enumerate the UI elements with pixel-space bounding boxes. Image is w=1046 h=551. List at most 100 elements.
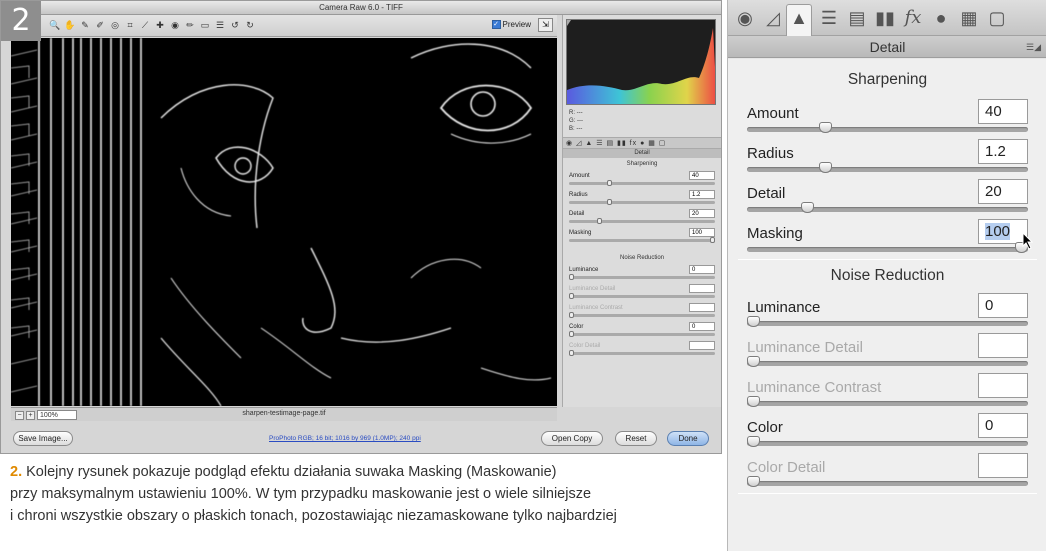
hsl-tab-icon[interactable]: ☰: [816, 5, 842, 31]
save-image-button[interactable]: Save Image...: [13, 431, 73, 446]
zoom-tool-icon[interactable]: 🔍: [49, 19, 61, 31]
mini-slider-value[interactable]: 20: [689, 209, 715, 218]
preview-checkbox[interactable]: ✓ Preview: [491, 20, 531, 29]
tone-curve-tab-icon[interactable]: ◿: [760, 5, 786, 31]
split-toning-tab-icon[interactable]: ▤: [844, 5, 870, 31]
mini-slider-value[interactable]: 0: [689, 265, 715, 274]
slider-value-field[interactable]: 40: [978, 99, 1028, 124]
slider-value-field[interactable]: [978, 373, 1028, 398]
snapshots-tab-icon[interactable]: ▢: [984, 5, 1010, 31]
slider-track[interactable]: [747, 441, 1028, 446]
mini-slider-track[interactable]: [569, 276, 715, 279]
detail-tab-icon[interactable]: ▲: [786, 4, 812, 36]
slider-value-field[interactable]: 1.2: [978, 139, 1028, 164]
hand-tool-icon[interactable]: ✋: [64, 19, 76, 31]
camera-calibration-tab-icon[interactable]: ●: [928, 5, 954, 31]
mini-slider-track[interactable]: [569, 220, 715, 223]
gradient-icon[interactable]: ▭: [199, 19, 211, 31]
mini-slider-value[interactable]: [689, 303, 715, 312]
presets-tab-icon[interactable]: ▦: [956, 5, 982, 31]
white-balance-icon[interactable]: ✎: [79, 19, 91, 31]
mini-slider-value[interactable]: 100: [689, 228, 715, 237]
slider-label: Luminance: [747, 299, 821, 316]
mini-slider-thumb[interactable]: [569, 312, 574, 318]
panel-menu-icon[interactable]: ☰◢: [1026, 36, 1041, 58]
slider-value-field[interactable]: 20: [978, 179, 1028, 204]
effects-tab-icon[interactable]: fx: [900, 5, 926, 31]
mini-slider-value[interactable]: [689, 284, 715, 293]
mini-slider-track[interactable]: [569, 182, 715, 185]
mini-slider-track[interactable]: [569, 352, 715, 355]
figure-caption: 2. Kolejny rysunek pokazuje podgląd efek…: [10, 461, 720, 527]
spot-removal-icon[interactable]: ✚: [154, 19, 166, 31]
workflow-options-link[interactable]: ProPhoto RGB; 16 bit; 1016 by 969 (1.0MP…: [269, 435, 421, 442]
mini-slider-thumb[interactable]: [569, 331, 574, 337]
open-copy-button[interactable]: Open Copy: [541, 431, 603, 446]
red-eye-icon[interactable]: ◉: [169, 19, 181, 31]
brush-icon[interactable]: ✏: [184, 19, 196, 31]
slider-value-text: 1.2: [985, 143, 1006, 160]
tool-group: 🔍 ✋ ✎ ✐ ◎ ⌗ ⟋ ✚ ◉ ✏ ▭ ☰ ↺ ↻: [49, 19, 256, 31]
mini-sharpening-row: Detail 20: [569, 209, 715, 225]
fullscreen-button[interactable]: ⇲: [538, 18, 553, 32]
slider-value-field[interactable]: 0: [978, 413, 1028, 438]
slider-track[interactable]: [747, 127, 1028, 132]
mini-slider-label: Amount: [569, 173, 590, 179]
mini-slider-track[interactable]: [569, 333, 715, 336]
color-sampler-icon[interactable]: ✐: [94, 19, 106, 31]
reset-button[interactable]: Reset: [615, 431, 657, 446]
rotate-left-icon[interactable]: ↺: [229, 19, 241, 31]
slider-track[interactable]: [747, 167, 1028, 172]
mini-slider-thumb[interactable]: [569, 293, 574, 299]
mini-slider-track[interactable]: [569, 314, 715, 317]
mini-side-panel: R: --- G: --- B: --- ◉ ◿ ▲ ☰ ▤ ▮▮ fx ● ▦…: [562, 15, 721, 407]
slider-value-field[interactable]: [978, 333, 1028, 358]
straighten-icon[interactable]: ⟋: [139, 19, 151, 31]
mini-slider-value[interactable]: 0: [689, 322, 715, 331]
mini-slider-track[interactable]: [569, 201, 715, 204]
sharpening-slider-row: Radius 1.2: [747, 135, 1028, 175]
mini-slider-thumb[interactable]: [607, 199, 613, 205]
slider-label: Color Detail: [747, 459, 826, 476]
mini-slider-value[interactable]: 40: [689, 171, 715, 180]
slider-track[interactable]: [747, 361, 1028, 366]
image-preview[interactable]: [11, 38, 557, 406]
panel-body: Sharpening Amount 40 Radius 1.2 Detail 20 Mask…: [728, 59, 1046, 551]
preferences-icon[interactable]: ☰: [214, 19, 226, 31]
noise_reduction-slider-row: Luminance Detail: [747, 329, 1028, 369]
basic-tab-icon[interactable]: ◉: [732, 5, 758, 31]
slider-value-field[interactable]: [978, 453, 1028, 478]
caption-number: 2.: [10, 464, 23, 480]
slider-track[interactable]: [747, 207, 1028, 212]
mini-slider-track[interactable]: [569, 295, 715, 298]
target-adjust-icon[interactable]: ◎: [109, 19, 121, 31]
lens-corrections-tab-icon[interactable]: ▮▮: [872, 5, 898, 31]
slider-thumb[interactable]: [747, 476, 760, 487]
slider-track[interactable]: [747, 247, 1028, 252]
slider-thumb[interactable]: [747, 436, 760, 447]
slider-track[interactable]: [747, 481, 1028, 486]
page: 2 Camera Raw 6.0 - TIFF 🔍 ✋ ✎ ✐ ◎ ⌗ ⟋ ✚ …: [0, 0, 1046, 551]
slider-track[interactable]: [747, 321, 1028, 326]
slider-thumb[interactable]: [800, 202, 814, 213]
mini-slider-thumb[interactable]: [569, 274, 574, 280]
slider-track[interactable]: [747, 401, 1028, 406]
slider-value-field[interactable]: 100: [978, 219, 1028, 244]
mini-slider-thumb[interactable]: [710, 237, 715, 243]
mini-slider-thumb[interactable]: [569, 350, 574, 356]
mini-slider-value[interactable]: [689, 341, 715, 350]
done-button[interactable]: Done: [667, 431, 709, 446]
mini-slider-value[interactable]: 1.2: [689, 190, 715, 199]
mini-slider-thumb[interactable]: [597, 218, 603, 224]
mini-noise_reduction-row: Color 0: [569, 322, 715, 338]
slider-value-field[interactable]: 0: [978, 293, 1028, 318]
crop-tool-icon[interactable]: ⌗: [124, 19, 136, 31]
mini-panel-tabs[interactable]: ◉ ◿ ▲ ☰ ▤ ▮▮ fx ● ▦ ▢: [563, 137, 721, 149]
mini-slider-track[interactable]: [569, 239, 715, 242]
slider-thumb[interactable]: [747, 316, 760, 327]
slider-thumb[interactable]: [747, 396, 760, 407]
slider-thumb[interactable]: [747, 356, 760, 367]
rotate-right-icon[interactable]: ↻: [244, 19, 256, 31]
panel-tab-bar: ◉ ◿ ▲ ☰ ▤ ▮▮ fx ● ▦ ▢: [728, 0, 1046, 36]
mini-slider-thumb[interactable]: [607, 180, 613, 186]
